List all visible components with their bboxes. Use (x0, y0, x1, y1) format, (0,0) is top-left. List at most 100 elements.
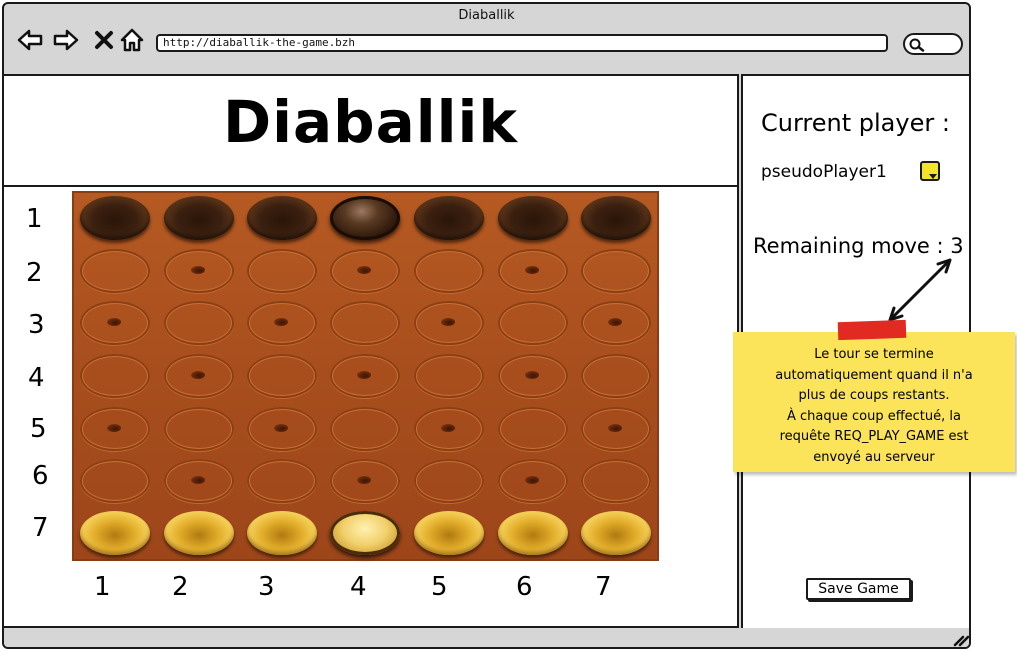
dark-piece[interactable] (581, 196, 651, 240)
row-label: 7 (32, 513, 49, 543)
board-hole[interactable] (247, 407, 317, 451)
board-hole[interactable] (330, 249, 400, 293)
player-name: pseudoPlayer1 (761, 162, 887, 182)
player-color-picker[interactable] (920, 161, 940, 181)
board-hole[interactable] (80, 249, 150, 293)
hole-marker (525, 476, 539, 484)
board-hole[interactable] (247, 249, 317, 293)
column-label: 7 (595, 572, 612, 602)
board-hole[interactable] (414, 459, 484, 503)
hole-marker (441, 424, 455, 432)
hole-marker (525, 266, 539, 274)
board-hole[interactable] (164, 354, 234, 398)
save-game-button[interactable]: Save Game (806, 578, 911, 600)
board-hole[interactable] (164, 407, 234, 451)
dark-piece-with-ball[interactable] (330, 196, 400, 240)
board-hole[interactable] (581, 301, 651, 345)
back-arrow-icon (17, 29, 43, 51)
hole-marker (608, 424, 622, 432)
chevron-down-icon (929, 174, 937, 179)
resize-grip-icon[interactable] (951, 633, 969, 647)
hole-marker (357, 476, 371, 484)
board-hole[interactable] (164, 249, 234, 293)
board-hole[interactable] (330, 301, 400, 345)
board-hole[interactable] (414, 407, 484, 451)
board-hole[interactable] (164, 301, 234, 345)
column-label: 5 (431, 572, 448, 602)
hole-marker (107, 318, 121, 326)
row-label: 5 (30, 414, 47, 444)
light-piece[interactable] (581, 511, 651, 555)
hole-marker (274, 318, 288, 326)
close-icon (95, 31, 113, 49)
hole-marker (357, 371, 371, 379)
board-hole[interactable] (247, 354, 317, 398)
board-hole[interactable] (247, 459, 317, 503)
board-hole[interactable] (414, 354, 484, 398)
stop-button[interactable] (90, 26, 118, 54)
board-hole[interactable] (498, 301, 568, 345)
row-label: 6 (32, 461, 49, 491)
board-hole[interactable] (498, 459, 568, 503)
light-piece[interactable] (414, 511, 484, 555)
board-hole[interactable] (498, 407, 568, 451)
game-board[interactable] (72, 191, 659, 561)
hole-marker (274, 424, 288, 432)
search-icon (909, 38, 925, 52)
board-hole[interactable] (80, 354, 150, 398)
row-label: 2 (26, 258, 43, 288)
note-tape (837, 319, 907, 341)
row-label: 1 (26, 204, 43, 234)
board-hole[interactable] (330, 354, 400, 398)
light-piece[interactable] (164, 511, 234, 555)
board-hole[interactable] (164, 459, 234, 503)
hole-marker (357, 266, 371, 274)
hole-marker (191, 476, 205, 484)
back-button[interactable] (16, 26, 44, 54)
hole-marker (525, 371, 539, 379)
dark-piece[interactable] (164, 196, 234, 240)
column-label: 1 (94, 572, 111, 602)
light-piece[interactable] (247, 511, 317, 555)
light-piece-with-ball[interactable] (330, 511, 400, 555)
board-hole[interactable] (581, 354, 651, 398)
board-hole[interactable] (581, 459, 651, 503)
column-label: 4 (350, 572, 367, 602)
board-hole[interactable] (581, 249, 651, 293)
home-button[interactable] (118, 26, 146, 54)
window-title: Diaballik (458, 8, 515, 23)
board-hole[interactable] (80, 301, 150, 345)
column-label: 3 (258, 572, 275, 602)
hole-marker (191, 266, 205, 274)
page-title: Diaballik (222, 88, 519, 156)
board-hole[interactable] (330, 407, 400, 451)
board-hole[interactable] (498, 249, 568, 293)
dark-piece[interactable] (247, 196, 317, 240)
hole-marker (191, 371, 205, 379)
row-label: 4 (28, 363, 45, 393)
hole-marker (608, 318, 622, 326)
column-label: 2 (172, 572, 189, 602)
light-piece[interactable] (80, 511, 150, 555)
url-bar[interactable]: http://diaballik-the-game.bzh (156, 34, 888, 52)
light-piece[interactable] (498, 511, 568, 555)
browser-window: Diaballik http://diaballik-the-game.bzh … (2, 2, 971, 649)
dark-piece[interactable] (498, 196, 568, 240)
page-header: Diaballik (4, 76, 737, 187)
annotation-text: Le tour se termine automatiquement quand… (775, 347, 973, 465)
dark-piece[interactable] (414, 196, 484, 240)
board-hole[interactable] (80, 459, 150, 503)
board-hole[interactable] (581, 407, 651, 451)
search-box[interactable] (903, 33, 963, 55)
forward-button[interactable] (52, 26, 80, 54)
board-hole[interactable] (498, 354, 568, 398)
board-hole[interactable] (414, 301, 484, 345)
hole-marker (107, 424, 121, 432)
board-hole[interactable] (247, 301, 317, 345)
dark-piece[interactable] (80, 196, 150, 240)
board-hole[interactable] (414, 249, 484, 293)
hole-marker (441, 318, 455, 326)
board-hole[interactable] (80, 407, 150, 451)
row-label: 3 (28, 310, 45, 340)
board-hole[interactable] (330, 459, 400, 503)
